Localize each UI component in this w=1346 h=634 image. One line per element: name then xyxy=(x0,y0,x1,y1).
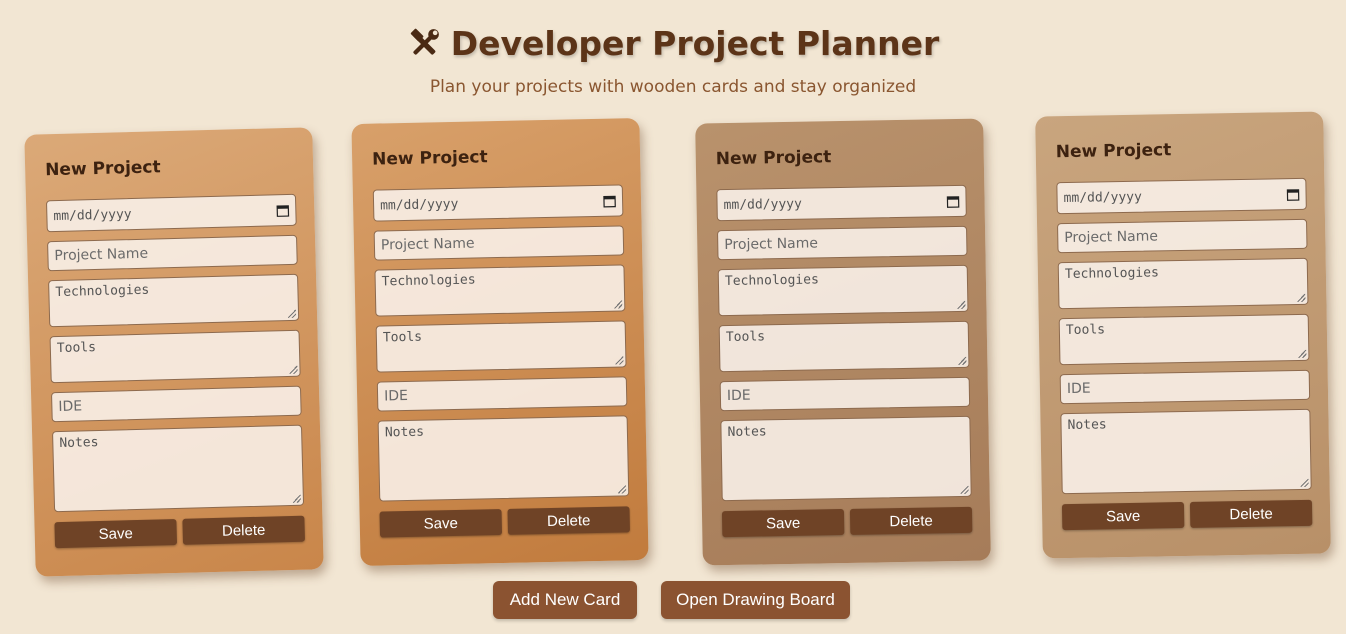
date-placeholder: mm/dd/yyyy xyxy=(1063,189,1142,206)
technologies-textarea[interactable]: Technologies xyxy=(48,273,300,328)
project-card-1: New Project mm/dd/yyyy Project Name Tech… xyxy=(24,127,324,577)
calendar-icon[interactable] xyxy=(276,203,290,217)
page-header: Developer Project Planner Plan your proj… xyxy=(0,0,1346,97)
project-card-4: New Project mm/dd/yyyy Project Name Tech… xyxy=(1035,111,1331,559)
calendar-icon[interactable] xyxy=(603,194,616,207)
calendar-icon[interactable] xyxy=(1286,187,1300,201)
resize-handle[interactable] xyxy=(292,494,301,503)
add-new-card-button[interactable]: Add New Card xyxy=(493,581,637,619)
card-title: New Project xyxy=(371,147,488,170)
notes-placeholder: Notes xyxy=(727,424,767,441)
notes-placeholder: Notes xyxy=(384,424,425,441)
delete-button[interactable]: Delete xyxy=(1189,499,1313,528)
save-button[interactable]: Save xyxy=(721,509,845,538)
card-actions: Save Delete xyxy=(54,515,306,549)
ide-input[interactable]: IDE xyxy=(1059,369,1311,405)
card-title: New Project xyxy=(1055,140,1172,163)
card-title: New Project xyxy=(715,147,832,170)
date-input[interactable]: mm/dd/yyyy xyxy=(45,193,297,233)
hammer-wrench-icon xyxy=(410,28,439,55)
delete-button[interactable]: Delete xyxy=(507,506,631,535)
delete-button[interactable]: Delete xyxy=(849,506,973,535)
notes-textarea[interactable]: Notes xyxy=(1060,408,1312,495)
delete-button[interactable]: Delete xyxy=(182,515,306,545)
tools-textarea[interactable]: Tools xyxy=(718,320,970,373)
technologies-textarea[interactable]: Technologies xyxy=(374,264,626,317)
project-name-input[interactable]: Project Name xyxy=(373,225,625,261)
notes-textarea[interactable]: Notes xyxy=(377,415,630,502)
technologies-textarea[interactable]: Technologies xyxy=(1057,257,1309,310)
date-placeholder: mm/dd/yyyy xyxy=(53,206,132,224)
project-card-2: New Project mm/dd/yyyy Project Name Tech… xyxy=(351,118,649,566)
technologies-placeholder: Technologies xyxy=(55,282,150,301)
project-name-input[interactable]: Project Name xyxy=(717,225,968,261)
page-subtitle: Plan your projects with wooden cards and… xyxy=(429,77,917,97)
card-title: New Project xyxy=(44,157,161,181)
resize-handle[interactable] xyxy=(1298,349,1307,358)
tools-textarea[interactable]: Tools xyxy=(1058,313,1310,366)
resize-handle[interactable] xyxy=(289,365,298,374)
resize-handle[interactable] xyxy=(614,300,623,309)
project-card-3: New Project mm/dd/yyyy Project Name Tech… xyxy=(695,118,991,566)
resize-handle[interactable] xyxy=(1297,293,1306,302)
card-actions: Save Delete xyxy=(379,506,631,538)
tools-textarea[interactable]: Tools xyxy=(49,329,301,384)
tools-placeholder: Tools xyxy=(382,329,423,346)
notes-textarea[interactable]: Notes xyxy=(720,415,972,502)
notes-textarea[interactable]: Notes xyxy=(52,424,305,513)
technologies-placeholder: Technologies xyxy=(381,272,476,290)
calendar-icon[interactable] xyxy=(946,194,960,208)
date-placeholder: mm/dd/yyyy xyxy=(379,196,459,213)
resize-handle[interactable] xyxy=(957,300,966,309)
resize-handle[interactable] xyxy=(958,356,967,365)
card-actions: Save Delete xyxy=(1061,499,1313,531)
date-placeholder: mm/dd/yyyy xyxy=(723,196,802,213)
resize-handle[interactable] xyxy=(618,485,627,494)
resize-handle[interactable] xyxy=(287,309,297,319)
resize-handle[interactable] xyxy=(615,356,624,365)
page-title-text: Developer Project Planner xyxy=(450,24,940,63)
save-button[interactable]: Save xyxy=(379,509,503,538)
resize-handle[interactable] xyxy=(1300,478,1309,487)
tools-placeholder: Tools xyxy=(56,340,97,357)
technologies-textarea[interactable]: Technologies xyxy=(717,264,969,317)
date-input[interactable]: mm/dd/yyyy xyxy=(716,184,967,222)
tools-placeholder: Tools xyxy=(725,329,766,346)
tools-placeholder: Tools xyxy=(1065,322,1106,339)
save-button[interactable]: Save xyxy=(1061,502,1185,531)
tools-textarea[interactable]: Tools xyxy=(375,320,627,373)
project-name-input[interactable]: Project Name xyxy=(1057,218,1308,254)
ide-input[interactable]: IDE xyxy=(376,376,628,412)
technologies-placeholder: Technologies xyxy=(724,272,819,290)
technologies-placeholder: Technologies xyxy=(1064,265,1159,283)
project-name-input[interactable]: Project Name xyxy=(47,234,298,272)
card-actions: Save Delete xyxy=(721,506,973,538)
date-input[interactable]: mm/dd/yyyy xyxy=(1056,177,1307,215)
notes-placeholder: Notes xyxy=(1067,417,1107,434)
save-button[interactable]: Save xyxy=(54,518,178,549)
resize-handle[interactable] xyxy=(960,485,969,494)
open-drawing-board-button[interactable]: Open Drawing Board xyxy=(661,581,850,619)
page-title: Developer Project Planner xyxy=(0,24,1346,63)
notes-placeholder: Notes xyxy=(59,435,99,452)
date-input[interactable]: mm/dd/yyyy xyxy=(372,184,624,222)
ide-input[interactable]: IDE xyxy=(51,385,302,423)
ide-input[interactable]: IDE xyxy=(719,376,971,412)
